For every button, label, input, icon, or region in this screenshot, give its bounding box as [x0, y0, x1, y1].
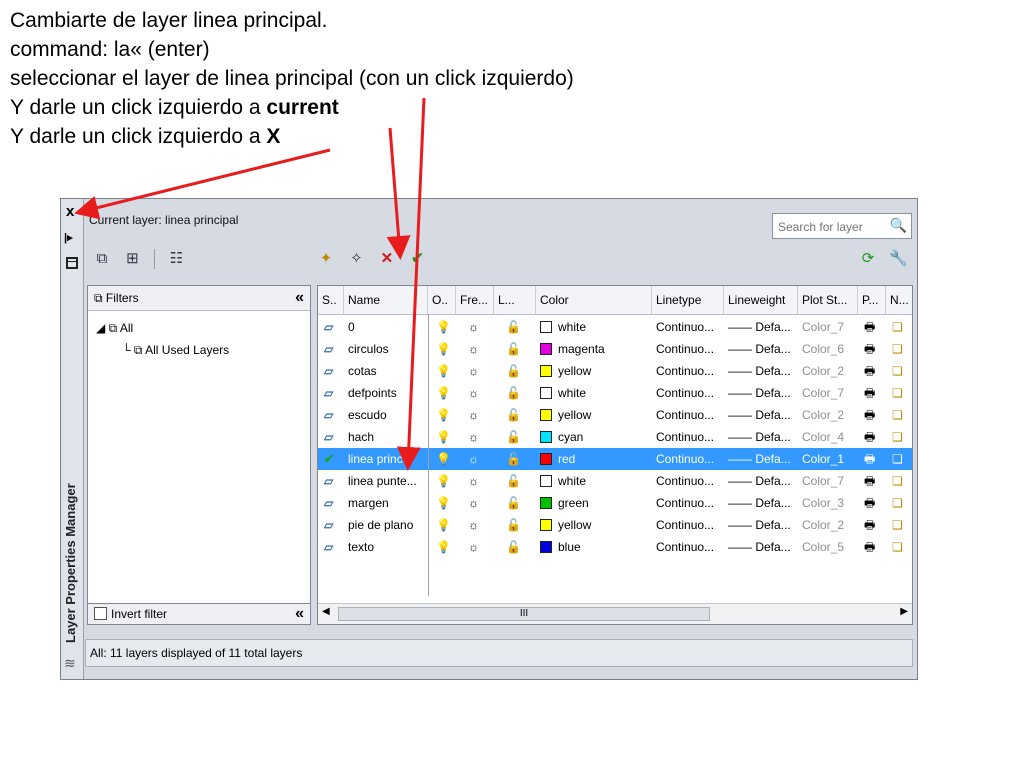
arrow-to-layer-row [396, 97, 426, 471]
arrow-to-close [74, 148, 331, 220]
arrow-to-current [386, 127, 411, 260]
annotation-arrows [74, 97, 426, 471]
